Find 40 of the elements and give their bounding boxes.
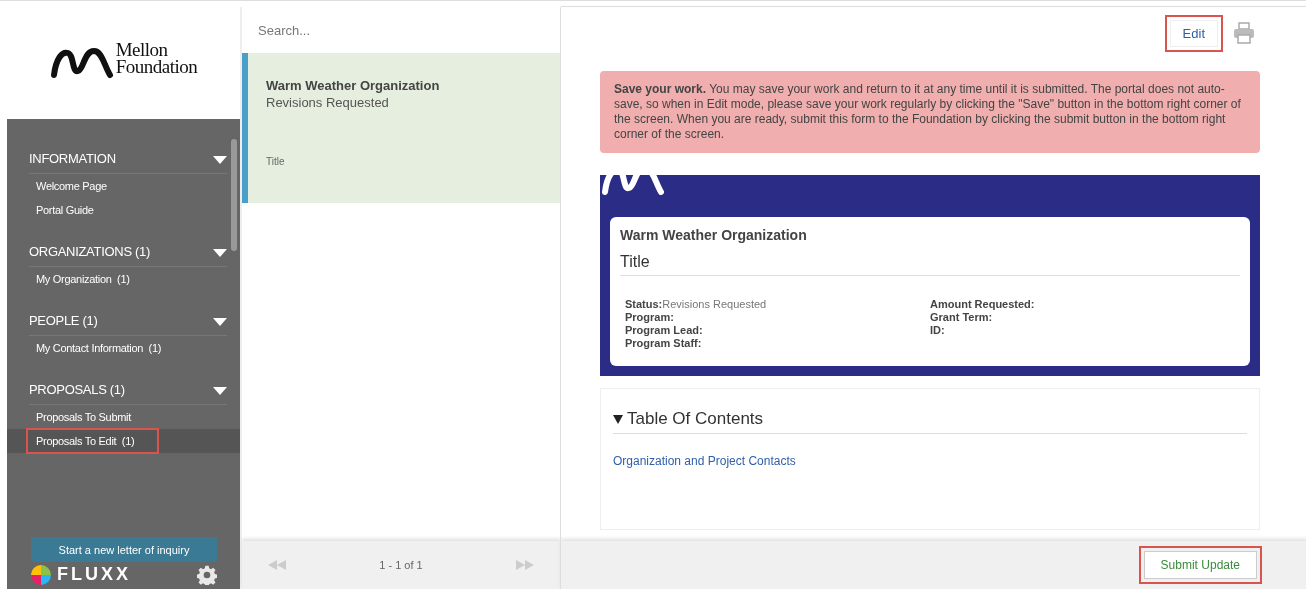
nav-link[interactable]: My Contact Information (1) xyxy=(30,338,168,358)
first-page-icon[interactable] xyxy=(268,560,286,570)
last-page-icon[interactable] xyxy=(516,560,534,570)
field-label: Program Lead: xyxy=(625,324,704,337)
fluxx-logo-icon xyxy=(31,564,51,585)
scrollbar[interactable] xyxy=(231,139,237,251)
item-status: Revisions Requested xyxy=(266,95,390,110)
section-header[interactable]: PEOPLE (1) xyxy=(29,305,227,336)
nav-link[interactable]: My Organization (1) xyxy=(30,269,136,289)
proposal-title: Title xyxy=(620,253,1240,276)
field-label: Status:Revisions Requested xyxy=(625,298,768,311)
section-header[interactable]: INFORMATION xyxy=(29,143,227,174)
logo-text: Mellon xyxy=(115,41,169,58)
field-label: ID: xyxy=(930,324,946,337)
list-item[interactable]: Warm Weather Organization Revisions Requested Title xyxy=(242,53,560,203)
nav-link[interactable]: Proposals To Submit xyxy=(30,407,137,427)
field-label: Amount Requested: xyxy=(930,298,1036,311)
save-notice: Save your work. You may save your work and return to it at any time until it is submitted. The portal does not auto-save, so when in Edit mode, please save your work regularly by clicking the "Save" button in the bottom right corner of the screen. When you are ready, submit this form to the Foundation by clicking the submit button in the bottom right corner of the screen. xyxy=(600,71,1260,153)
section-header[interactable]: PROPOSALS (1) xyxy=(29,374,227,405)
nav-link[interactable]: Portal Guide xyxy=(30,200,100,220)
settings-icon[interactable] xyxy=(197,564,217,585)
logo-text: Foundation xyxy=(115,58,198,75)
wave-logo-icon xyxy=(49,45,114,79)
field-label: Grant Term: xyxy=(930,311,994,324)
contents-heading: Table Of Contents xyxy=(627,409,764,429)
nav-link[interactable]: Welcome Page xyxy=(30,176,113,196)
new-inquiry-button[interactable]: Start a new letter of inquiry xyxy=(31,537,217,562)
item-subtitle: Title xyxy=(266,156,286,167)
print-icon[interactable] xyxy=(1233,22,1255,44)
field-label: Program Staff: xyxy=(625,337,703,350)
organization-name: Warm Weather Organization xyxy=(620,227,808,243)
section-header[interactable]: ORGANIZATIONS (1) xyxy=(29,236,227,267)
field-label: Program: xyxy=(625,311,675,324)
page-range: 1 - 1 of 1 xyxy=(379,559,423,571)
item-title: Warm Weather Organization xyxy=(266,78,441,93)
submit-update-button[interactable]: Submit Update xyxy=(1143,551,1257,579)
caret-icon[interactable] xyxy=(613,414,623,424)
brand-name: FLUXX xyxy=(57,564,132,585)
contents-link[interactable]: Organization and Project Contacts xyxy=(613,454,1247,468)
edit-button[interactable]: Edit xyxy=(1169,19,1218,47)
